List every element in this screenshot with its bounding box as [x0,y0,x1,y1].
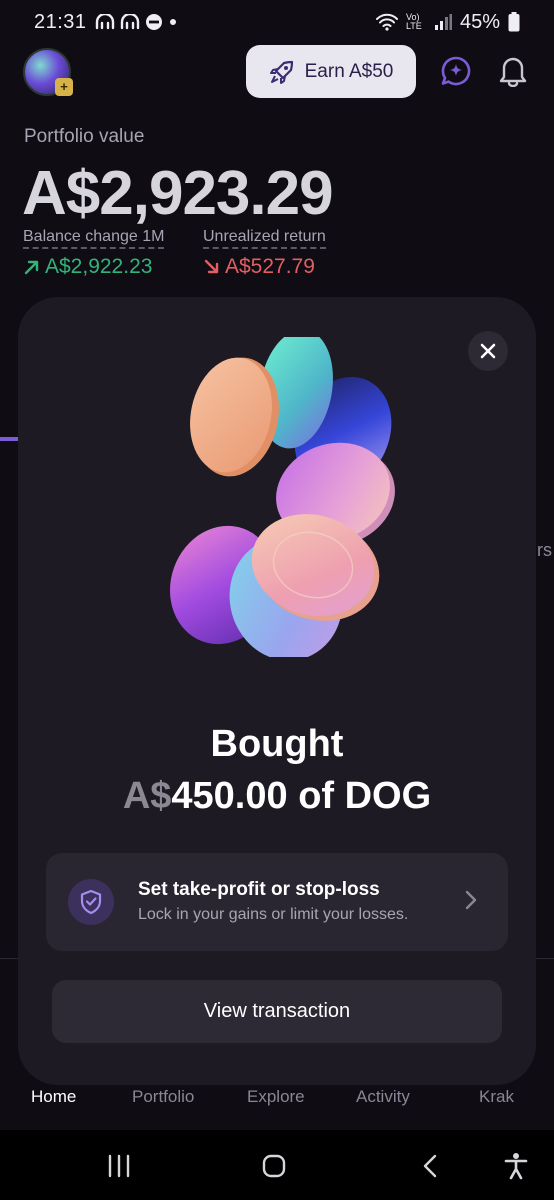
balance-change-value: A$2,922.23 [45,255,153,278]
rocket-icon [269,60,293,84]
status-left: 21:31 [34,11,178,34]
back-chevron-icon [423,1154,437,1178]
close-button[interactable] [468,331,508,371]
network-label: Vo) LTE [405,12,422,31]
recent-apps-button[interactable] [99,1150,139,1182]
system-nav-bar [0,1130,554,1200]
wifi-icon [375,13,398,31]
bell-icon [499,57,527,87]
bottom-nav: Home Portfolio Explore Activity Krak [0,1082,554,1122]
balance-change-label: Balance change 1M [23,228,165,249]
portfolio-value: A$2,923.29 [22,159,334,228]
dot-icon [169,19,176,25]
option-subtitle: Lock in your gains or limit your losses. [138,906,409,923]
chevron-right-icon [465,890,477,910]
purchase-currency: A$ [122,775,172,817]
portfolio-label: Portfolio value [24,126,145,147]
signal-icon [434,14,452,30]
notifications-button[interactable] [496,54,530,88]
kraken-notification-icon [120,14,139,30]
back-button[interactable] [410,1150,450,1182]
shield-icon-container [68,879,114,925]
arrow-up-right-icon [24,260,39,275]
shield-check-icon [80,889,102,915]
purchase-confirmation-modal: Bought A$450.00 of DOG Set take-profit o… [18,297,536,1085]
avatar-plus-badge-icon: + [55,78,73,96]
coins-illustration [170,337,395,657]
status-time: 21:31 [34,10,87,33]
accessibility-icon [504,1153,528,1180]
unrealized-return-value-row: A$527.79 [203,255,326,279]
nav-krak[interactable]: Krak [479,1087,514,1107]
take-profit-stop-loss-option[interactable]: Set take-profit or stop-loss Lock in you… [46,853,508,951]
nav-portfolio[interactable]: Portfolio [132,1087,194,1107]
view-transaction-button[interactable]: View transaction [52,980,502,1043]
balance-change-value-row: A$2,922.23 [23,255,164,279]
notification-icons [95,13,178,31]
close-icon [480,343,496,359]
unrealized-return-value: A$527.79 [225,255,315,278]
chat-support-button[interactable] [439,54,473,88]
option-title: Set take-profit or stop-loss [138,879,380,900]
background-partial-text: rs [537,540,552,560]
status-right: Vo) LTE 45% [375,10,520,34]
home-circle-icon [262,1154,286,1178]
unrealized-return-metric[interactable]: Unrealized return A$527.79 [203,228,326,279]
accessibility-button[interactable] [496,1150,536,1182]
earn-referral-button[interactable]: Earn A$50 [246,45,416,98]
battery-percent: 45% [459,10,500,33]
battery-icon [508,12,520,32]
balance-change-metric[interactable]: Balance change 1M A$2,922.23 [23,228,165,279]
home-button[interactable] [254,1150,294,1182]
status-bar: 21:31 Vo) LTE 45% [0,0,554,44]
nav-activity[interactable]: Activity [356,1087,410,1107]
kraken-notification-icon [95,14,114,30]
arrow-down-right-icon [204,259,219,274]
purchase-amount-text: 450.00 of DOG [171,775,432,817]
screen: 21:31 Vo) LTE 45% + Earn A$50 Portfolio … [0,0,554,1200]
unrealized-return-label: Unrealized return [203,228,326,249]
earn-button-label: Earn A$50 [304,60,394,82]
nav-home[interactable]: Home [31,1087,76,1107]
chat-sparkle-icon [441,56,471,86]
recent-apps-icon [108,1154,130,1178]
background-tab-indicator [0,437,18,441]
do-not-disturb-icon [145,14,162,30]
modal-title: Bought [210,723,344,765]
app-header: + Earn A$50 [0,44,554,100]
nav-explore[interactable]: Explore [247,1087,305,1107]
purchase-amount: A$450.00 of DOG [18,775,536,818]
